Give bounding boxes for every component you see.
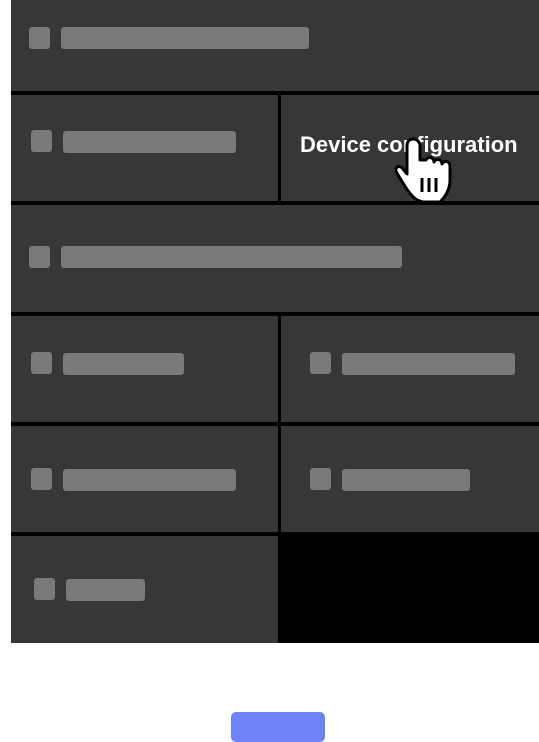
tile-icon-placeholder <box>31 130 52 152</box>
tile-label-placeholder <box>342 353 515 375</box>
settings-tile-4[interactable] <box>11 316 278 422</box>
settings-tile-8[interactable] <box>11 536 278 643</box>
hand-pointer-icon <box>395 137 452 204</box>
tile-icon-placeholder <box>31 468 52 490</box>
settings-tile-7[interactable] <box>281 426 539 532</box>
tile-icon-placeholder <box>310 352 331 374</box>
tile-label-placeholder <box>61 246 402 268</box>
primary-button[interactable] <box>231 712 325 742</box>
tile-icon-placeholder <box>29 27 50 49</box>
tile-icon-placeholder <box>34 578 55 600</box>
tile-label-placeholder <box>342 469 470 491</box>
tile-label-placeholder <box>63 469 236 491</box>
settings-tile-6[interactable] <box>11 426 278 532</box>
tile-icon-placeholder <box>29 246 50 268</box>
tile-label-placeholder <box>66 579 145 601</box>
tile-label-placeholder <box>63 353 184 375</box>
settings-grid: Device configuration <box>11 0 539 643</box>
settings-tile-2[interactable] <box>11 95 278 201</box>
tile-label-placeholder <box>61 27 309 49</box>
tile-icon-placeholder <box>310 468 331 490</box>
tile-icon-placeholder <box>31 352 52 374</box>
tile-label-placeholder <box>63 131 236 153</box>
settings-tile-3[interactable] <box>11 205 539 312</box>
settings-tile-1[interactable] <box>11 0 539 91</box>
settings-tile-5[interactable] <box>281 316 539 422</box>
